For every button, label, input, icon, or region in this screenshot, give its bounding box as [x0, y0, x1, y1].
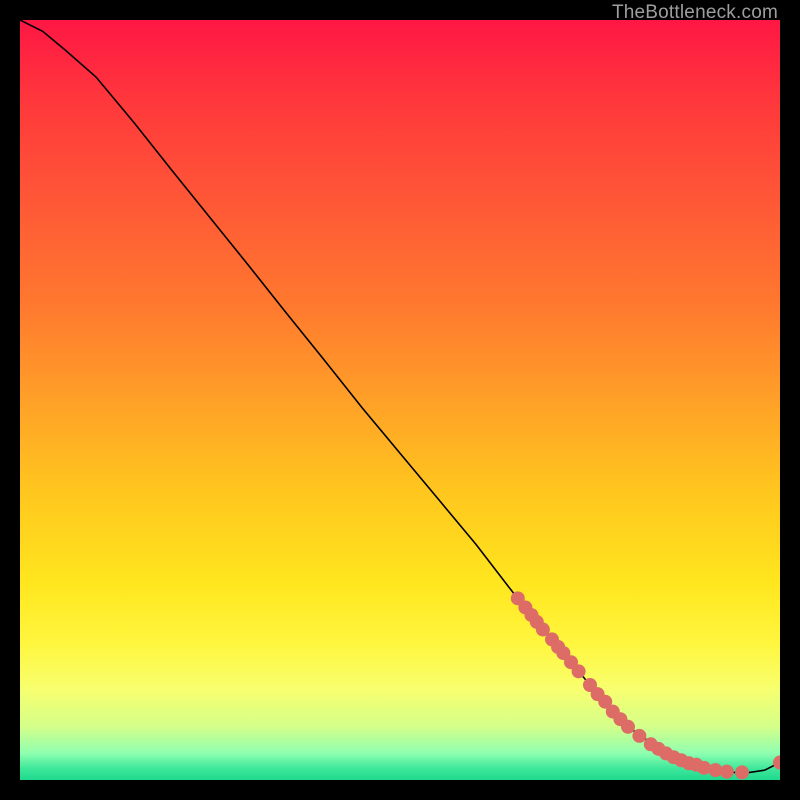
gradient-background: [20, 20, 780, 780]
data-point: [621, 720, 635, 734]
chart-container: TheBottleneck.com: [0, 0, 800, 800]
data-point: [572, 664, 586, 678]
plot-area: [20, 20, 780, 780]
data-point: [720, 765, 734, 779]
chart-svg: [20, 20, 780, 780]
data-point: [735, 765, 749, 779]
data-point: [632, 729, 646, 743]
